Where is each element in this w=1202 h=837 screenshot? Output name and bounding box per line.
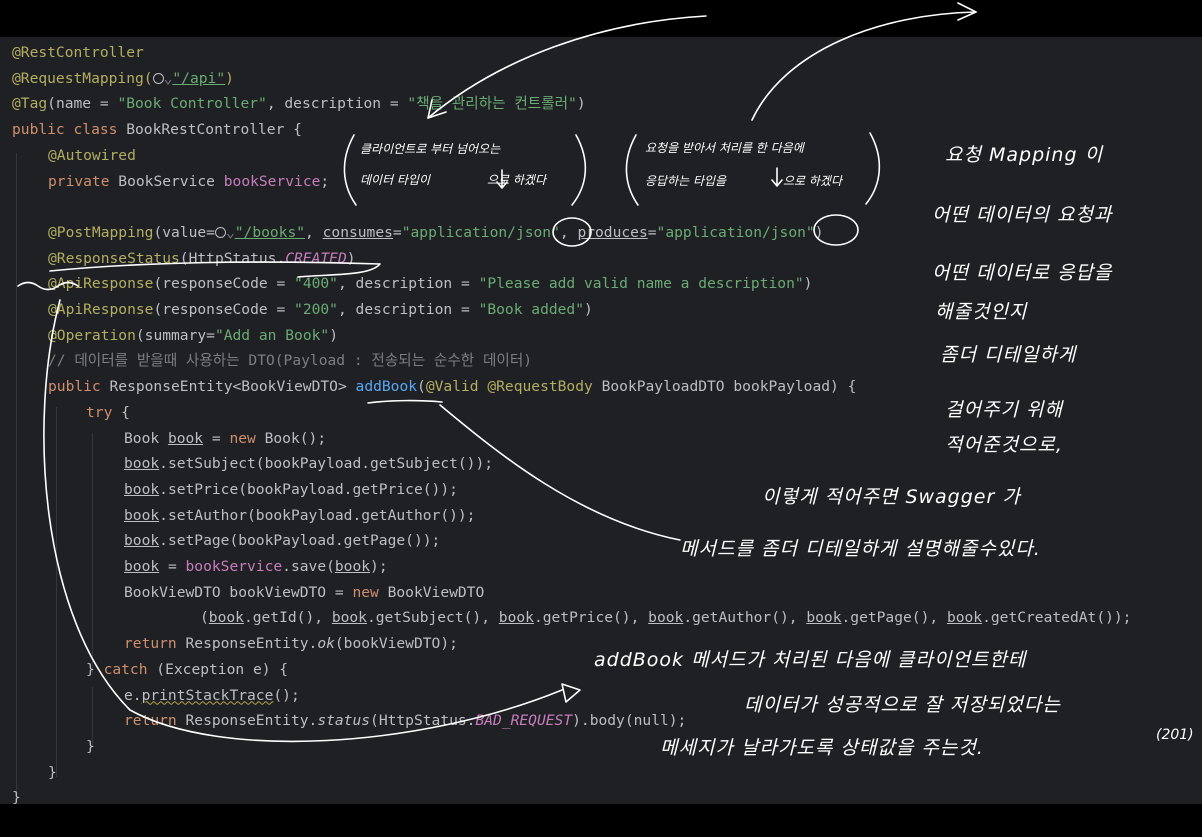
note-produces-line-2: 응답하는 타입을 — [645, 174, 727, 188]
arrow-to-produces — [751, 11, 977, 121]
bracket-consumes-right — [571, 134, 587, 206]
note-consumes-line-3: 으로 하겠다 — [487, 173, 547, 187]
wave-underline — [17, 281, 79, 291]
connector-add-book — [439, 404, 681, 541]
note-right-line-7: 적어준것으로, — [945, 434, 1063, 456]
note-consumes-line-1: 클라이언트로 부터 넘어오는 — [360, 142, 501, 156]
note-middle-line-1: 이렇게 적어주면 Swagger 가 — [762, 486, 1021, 508]
bracket-produces-right — [865, 132, 881, 205]
note-bottom-line-3: 메세지가 날라가도록 상태값을 주는것. — [660, 737, 984, 759]
bracket-consumes-left — [343, 134, 357, 206]
note-produces-line-3: 으로 하겠다 — [783, 174, 843, 188]
arrowhead — [561, 683, 581, 703]
pointer-produces — [771, 167, 783, 187]
circle-json-produces — [813, 214, 859, 246]
note-right-line-6: 걸어주기 위해 — [945, 399, 1063, 421]
arrow-to-bottom-note — [43, 299, 563, 743]
note-bottom-line-2: 데이터가 성공적으로 잘 저장되었다는 — [744, 694, 1061, 716]
note-consumes-line-2: 데이터 타입이 — [360, 173, 431, 187]
note-right-line-1: 요청 Mapping 이 — [945, 144, 1104, 166]
note-right-line-5: 좀더 디테일하게 — [940, 344, 1077, 366]
underline-response-status — [49, 261, 381, 278]
bracket-produces-left — [625, 134, 639, 206]
note-right-line-4: 해줄것인지 — [935, 301, 1028, 323]
note-middle-line-2: 메서드를 좀더 디테일하게 설명해줄수있다. — [680, 538, 1041, 560]
note-bottom-status-code: (201) — [1156, 727, 1194, 743]
note-right-line-2: 어떤 데이터의 요청과 — [932, 204, 1113, 226]
note-right-line-3: 어떤 데이터로 응답을 — [932, 262, 1113, 284]
note-bottom-line-1: addBook 메서드가 처리된 다음에 클라이언트한테 — [594, 649, 1027, 671]
circle-json-consumes — [552, 217, 592, 247]
underline-add-book — [367, 399, 443, 404]
note-produces-line-1: 요청을 받아서 처리를 한 다음에 — [645, 141, 804, 155]
arrow-to-consumes — [427, 15, 707, 119]
